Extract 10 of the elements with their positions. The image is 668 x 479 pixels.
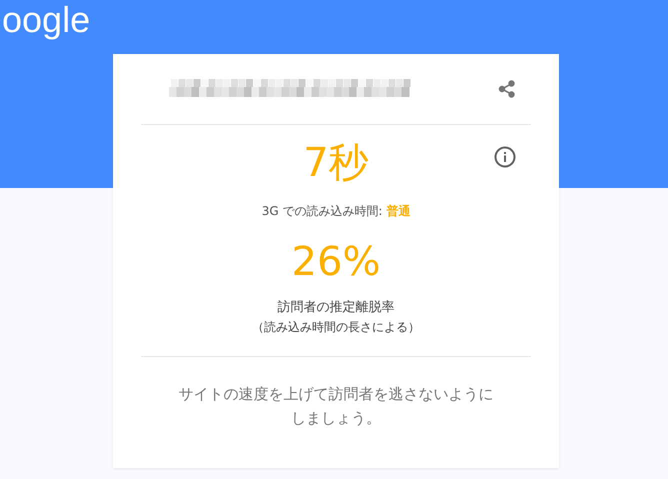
load-time: 7秒: [303, 139, 369, 188]
load-time-caption: 3G での読み込み時間: 普通: [262, 203, 410, 220]
advice-text: しましょう。: [291, 408, 381, 429]
share-icon[interactable]: [498, 80, 516, 98]
bounce-rate: 26%: [292, 238, 380, 287]
info-icon[interactable]: [494, 146, 516, 168]
bounce-caption: 訪問者の推定離脱率: [278, 299, 394, 316]
advice-text: サイトの速度を上げて訪問者を逃さないように: [178, 384, 494, 405]
bounce-note: （読み込み時間の長さによる）: [252, 319, 420, 336]
logo: oogle: [2, 0, 90, 40]
